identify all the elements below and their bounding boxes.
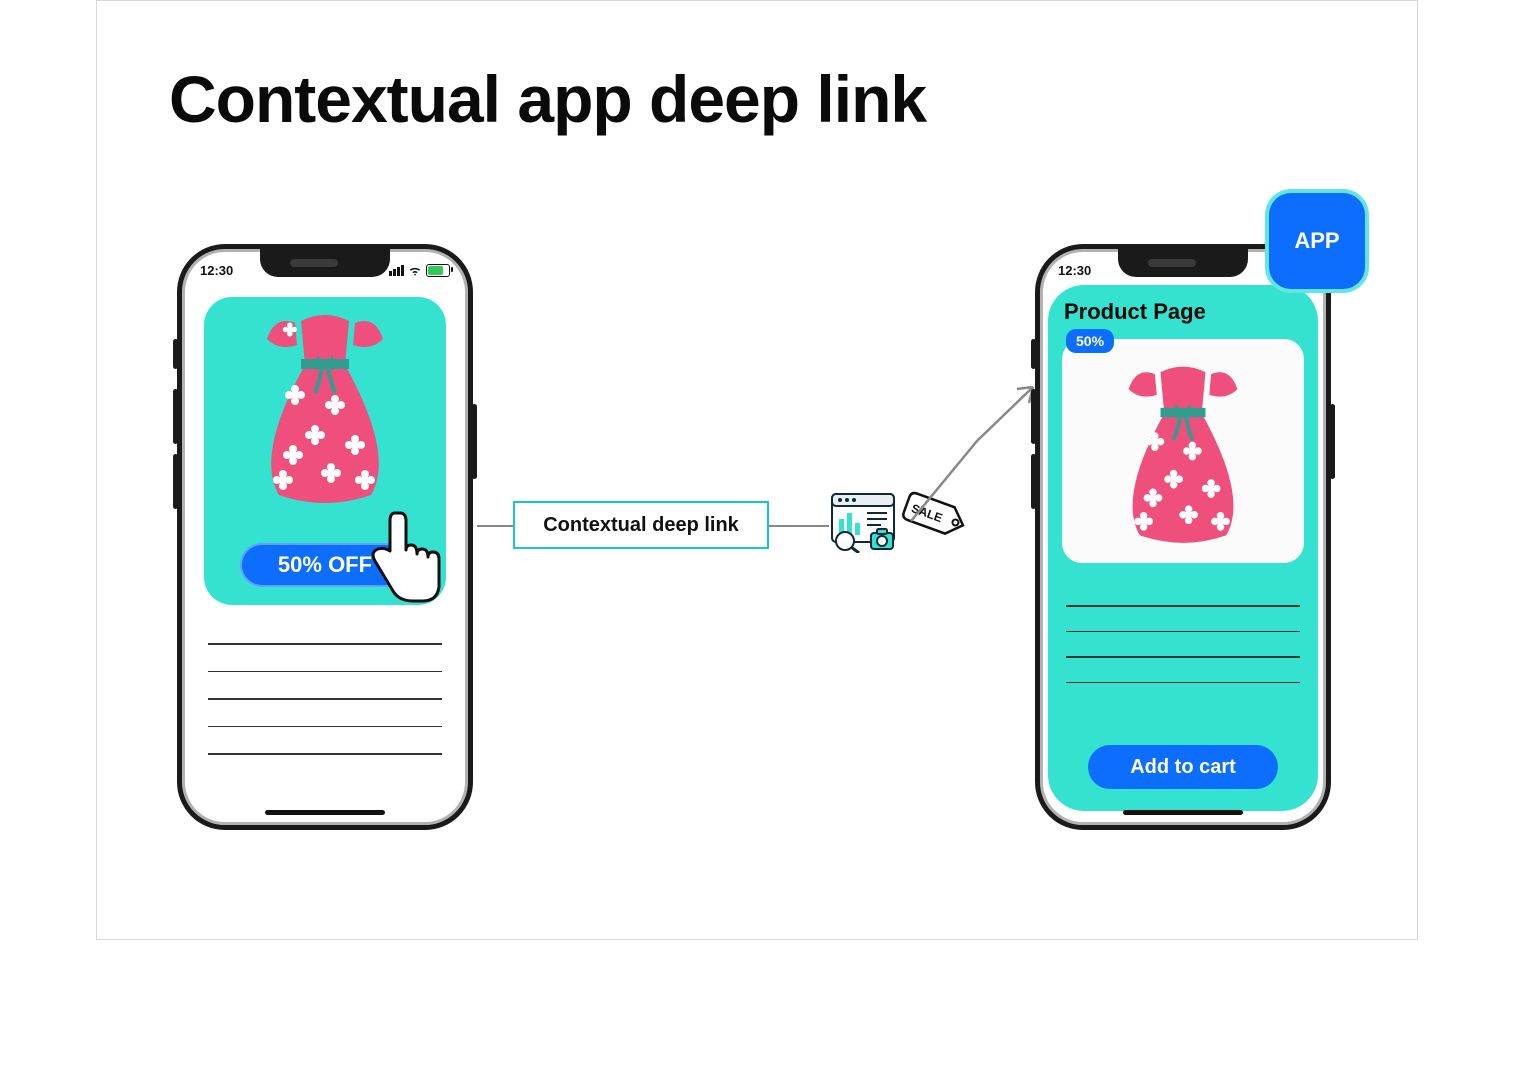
connector-line — [769, 525, 829, 527]
phone-app: 12:30 Product Page 50% — [1035, 244, 1331, 830]
phone-screen: Product Page 50% — [1048, 285, 1318, 811]
arrow-icon — [907, 371, 1047, 541]
diagram-card: Contextual app deep link 12:30 — [96, 0, 1418, 940]
deep-link-label: Contextual deep link — [513, 501, 769, 549]
connector-line — [477, 525, 513, 527]
product-page-title: Product Page — [1064, 299, 1206, 325]
app-badge: APP — [1269, 193, 1365, 289]
battery-icon — [426, 264, 450, 277]
discount-badge: 50% — [1066, 329, 1114, 353]
placeholder-lines — [1066, 581, 1300, 683]
placeholder-lines — [208, 617, 442, 755]
deep-link-label-text: Contextual deep link — [543, 514, 739, 537]
home-indicator — [1123, 810, 1243, 815]
diagram-title: Contextual app deep link — [169, 61, 926, 137]
add-to-cart-label: Add to cart — [1130, 756, 1236, 779]
hand-cursor-icon — [353, 505, 453, 605]
product-card: 50% — [1062, 339, 1304, 563]
dress-icon — [245, 305, 405, 505]
phone-time: 12:30 — [200, 263, 233, 278]
add-to-cart-button[interactable]: Add to cart — [1088, 745, 1278, 789]
app-badge-label: APP — [1294, 228, 1339, 254]
home-indicator — [265, 810, 385, 815]
dress-icon — [1108, 356, 1258, 546]
wifi-icon — [408, 263, 422, 277]
cellular-icon — [389, 265, 404, 276]
phone-time: 12:30 — [1058, 263, 1091, 278]
phone-status-bar: 12:30 — [200, 261, 450, 279]
